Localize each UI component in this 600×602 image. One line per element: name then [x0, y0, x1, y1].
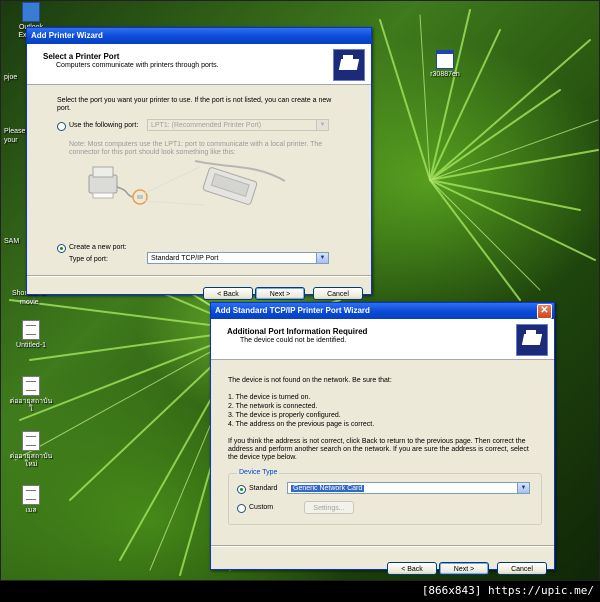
desktop-icon-label: ต่ออายุสถาบันใหม่ [9, 453, 53, 468]
document-icon [22, 485, 40, 505]
type-of-port-label: Type of port: [69, 256, 108, 263]
application-window-icon [436, 50, 454, 69]
wizard-body: The device is not found on the network. … [211, 360, 554, 575]
intro-text: Select the port you want your printer to… [57, 97, 332, 112]
port-select-value: LPT1: (Recommended Printer Port) [151, 122, 262, 129]
cancel-button[interactable]: Cancel [497, 562, 547, 575]
device-not-found-text: The device is not found on the network. … [228, 377, 392, 384]
close-icon[interactable]: ✕ [537, 304, 552, 319]
printer-cable-connector-illustration [88, 160, 286, 206]
desktop-icon-label: Untitled-1 [16, 342, 46, 349]
create-new-port-label: Create a new port: [69, 244, 127, 251]
device-type-group: Device Type Standard Generic Network Car… [228, 469, 542, 525]
add-printer-wizard-titlebar[interactable]: Add Printer Wizard [27, 28, 371, 44]
desktop-icon-label-partial: pjoe [4, 74, 18, 81]
printer-wizard-icon [516, 324, 548, 356]
cancel-button[interactable]: Cancel [313, 287, 363, 300]
use-following-port-label: Use the following port: [69, 122, 139, 129]
instructions-text: If you think the address is not correct,… [228, 438, 529, 461]
checklist-item: 4. The address on the previous page is c… [228, 421, 375, 428]
port-note-text: Note: Most computers use the LPT1: port … [69, 141, 323, 156]
wizard-header: Additional Port Information Required The… [211, 319, 554, 360]
port-type-select-value: Standard TCP/IP Port [151, 255, 219, 262]
back-button[interactable]: < Back [203, 287, 253, 300]
create-new-port-radio[interactable] [57, 244, 66, 253]
desktop-icon-label-partial: your [4, 137, 18, 144]
document-icon [22, 376, 40, 396]
desktop-icon-mail[interactable]: เมล [8, 485, 54, 515]
custom-device-label: Custom [249, 504, 274, 511]
window-title: Add Printer Wizard [31, 31, 103, 40]
desktop-icon-label: เมล [25, 507, 37, 514]
next-button[interactable]: Next > [439, 562, 489, 575]
standard-device-select-value: Generic Network Card [291, 485, 365, 492]
header-title: Additional Port Information Required [227, 327, 368, 336]
header-title: Select a Printer Port [43, 52, 120, 61]
standard-device-radio[interactable] [237, 485, 246, 494]
printer-wizard-icon [333, 49, 365, 81]
port-select[interactable]: LPT1: (Recommended Printer Port) ▼ [147, 119, 329, 131]
desktop-icon-r30887en[interactable]: r30887en [422, 50, 468, 79]
standard-device-label: Standard [249, 485, 278, 492]
document-icon [22, 320, 40, 340]
checklist-item: 1. The device is turned on. [228, 394, 311, 401]
add-printer-wizard-window: Add Printer Wizard Select a Printer Port… [26, 27, 372, 300]
header-subtitle: Computers communicate with printers thro… [56, 62, 219, 69]
upload-watermark: [866x843] https://upic.me/ [421, 584, 594, 597]
wizard-body: Select the port you want your printer to… [27, 85, 371, 300]
back-button[interactable]: < Back [387, 562, 437, 575]
footer-divider [27, 275, 371, 277]
desktop-icon-untitled-1[interactable]: Untitled-1 [8, 320, 54, 350]
use-following-port-radio[interactable] [57, 122, 66, 131]
custom-device-radio[interactable] [237, 504, 246, 513]
next-button[interactable]: Next > [255, 287, 305, 300]
checklist-item: 3. The device is properly configured. [228, 412, 341, 419]
desktop-icon-renewal-doc-2[interactable]: ต่ออายุสถาบันใหม่ [8, 431, 54, 469]
desktop-icon-label: ต่ออายุสถาบันใ [9, 398, 53, 413]
desktop-icon-label-partial: Please [4, 128, 26, 135]
chevron-down-icon: ▼ [517, 483, 529, 493]
window-title: Add Standard TCP/IP Printer Port Wizard [215, 306, 370, 315]
checklist-item: 2. The network is connected. [228, 403, 318, 410]
document-icon [22, 431, 40, 451]
footer-divider [211, 545, 554, 547]
chevron-down-icon: ▼ [316, 120, 328, 130]
header-subtitle: The device could not be identified. [240, 337, 347, 344]
port-type-select[interactable]: Standard TCP/IP Port ▼ [147, 252, 329, 264]
device-type-legend: Device Type [237, 469, 280, 477]
desktop-icon-label-partial: movie [20, 299, 39, 306]
settings-button[interactable]: Settings... [304, 501, 354, 514]
wizard-header: Select a Printer Port Computers communic… [27, 44, 371, 85]
outlook-express-icon [22, 2, 40, 22]
standard-device-select[interactable]: Generic Network Card ▼ [287, 482, 530, 494]
tcpip-port-wizard-window: Add Standard TCP/IP Printer Port Wizard … [210, 302, 555, 575]
desktop-icon-renewal-doc-1[interactable]: ต่ออายุสถาบันใ [8, 376, 54, 414]
tcpip-wizard-titlebar[interactable]: Add Standard TCP/IP Printer Port Wizard … [211, 303, 554, 319]
desktop-icon-label-partial: SAM [4, 238, 20, 245]
desktop-icon-label: r30887en [430, 71, 460, 78]
chevron-down-icon: ▼ [316, 253, 328, 263]
